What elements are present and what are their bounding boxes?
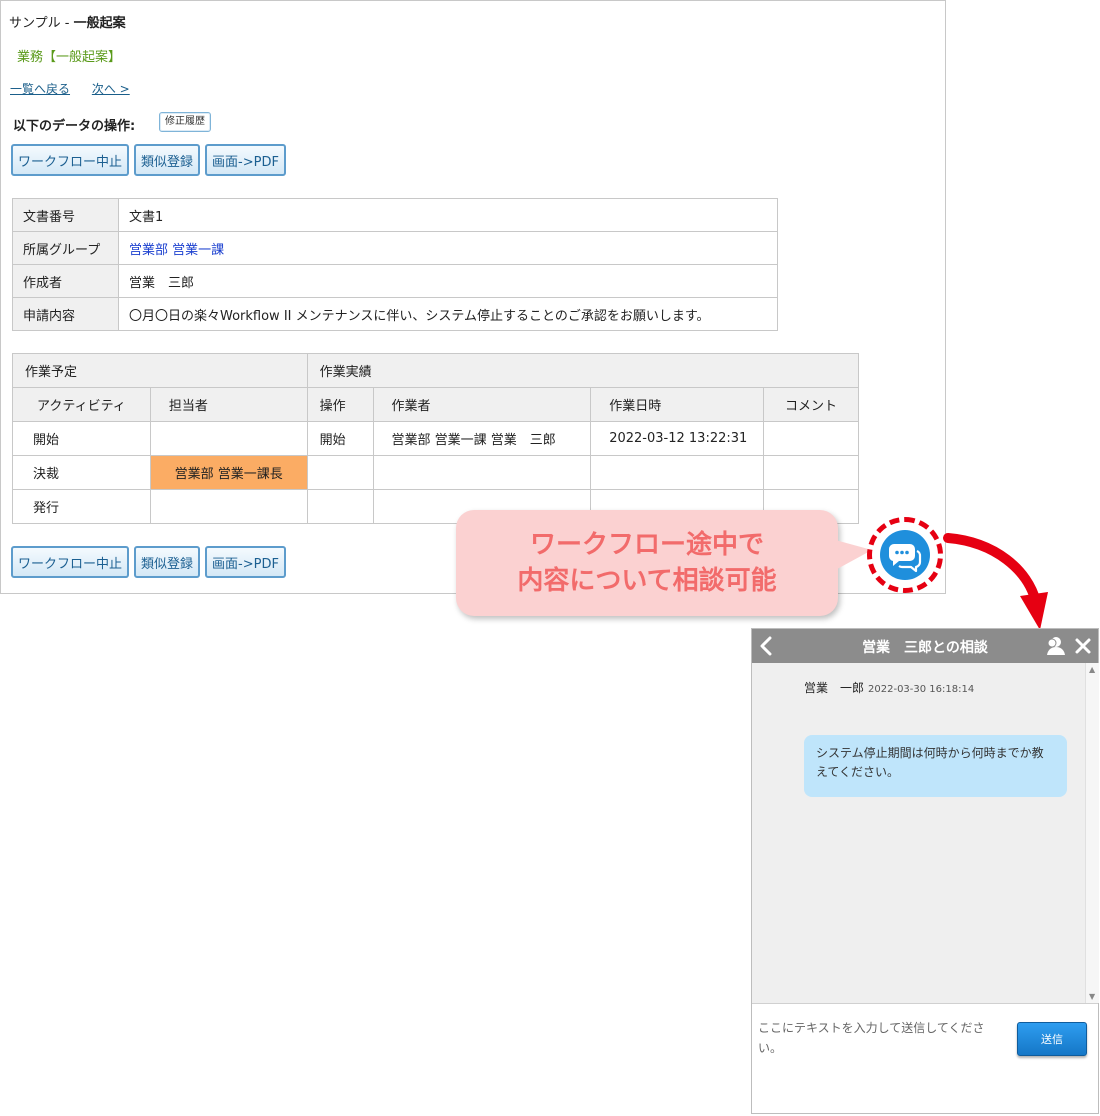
message-meta: 営業 一郎 2022-03-30 16:18:14 bbox=[804, 679, 974, 696]
message-time: 2022-03-30 16:18:14 bbox=[868, 684, 975, 695]
actual-group-header: 作業実績 bbox=[306, 353, 860, 388]
task-table: 作業予定 作業実績 アクティビティ 担当者 操作 作業者 作業日時 コメント 開… bbox=[12, 353, 860, 524]
column-header: 担当者 bbox=[149, 387, 308, 422]
title-prefix: サンプル - bbox=[9, 16, 74, 31]
activity-cell: 決裁 bbox=[12, 455, 151, 490]
datetime-cell: 2022-03-12 13:22:31 bbox=[590, 421, 765, 456]
stop-workflow-button[interactable]: ワークフロー中止 bbox=[11, 144, 130, 176]
chat-scrollbar[interactable]: ▲ ▼ bbox=[1085, 663, 1099, 1003]
comment-cell bbox=[763, 421, 859, 456]
assignee-cell bbox=[149, 421, 308, 456]
chat-message-input[interactable] bbox=[758, 1018, 1008, 1078]
current-assignee-cell: 営業部 営業一課長 bbox=[149, 455, 308, 490]
comment-cell bbox=[763, 455, 859, 490]
activity-cell: 開始 bbox=[12, 421, 151, 456]
group-label: 所属グループ bbox=[12, 231, 119, 265]
scroll-down-icon[interactable]: ▼ bbox=[1089, 992, 1095, 1001]
edit-history-button[interactable]: 修正履歴 bbox=[159, 112, 211, 132]
column-header: アクティビティ bbox=[12, 387, 151, 422]
request-content-value: 〇月〇日の楽々Workflow II メンテナンスに伴い、システム停止することの… bbox=[118, 297, 778, 331]
message-sender: 営業 一郎 bbox=[804, 681, 865, 695]
table-row: 申請内容 〇月〇日の楽々Workflow II メンテナンスに伴い、システム停止… bbox=[12, 297, 778, 331]
next-link[interactable]: 次へ > bbox=[92, 82, 130, 96]
column-header: 作業者 bbox=[372, 387, 592, 422]
author-label: 作成者 bbox=[12, 264, 119, 298]
operation-cell bbox=[306, 489, 374, 524]
scroll-up-icon[interactable]: ▲ bbox=[1089, 665, 1095, 674]
callout-line-2: 内容について相談可能 bbox=[517, 566, 777, 596]
nav-links: 一覧へ戻る 次へ > bbox=[10, 80, 148, 97]
table-row: 作業予定 作業実績 bbox=[12, 353, 860, 388]
similar-register-button[interactable]: 類似登録 bbox=[134, 546, 201, 578]
worker-cell bbox=[372, 455, 592, 490]
export-pdf-button[interactable]: 画面->PDF bbox=[205, 144, 286, 176]
chat-messages: 営業 一郎 2022-03-30 16:18:14 システム停止期間は何時から何時… bbox=[752, 663, 1085, 1003]
callout-text: ワークフロー途中で 内容について相談可能 bbox=[456, 527, 838, 599]
chat-input-area: 送信 bbox=[752, 1003, 1098, 1113]
back-to-list-link[interactable]: 一覧へ戻る bbox=[10, 82, 70, 96]
action-buttons-bottom: ワークフロー中止 類似登録 画面->PDF bbox=[11, 546, 286, 578]
callout-line-1: ワークフロー途中で bbox=[529, 530, 764, 560]
participants-icon[interactable] bbox=[1044, 634, 1066, 658]
action-buttons-top: ワークフロー中止 類似登録 画面->PDF bbox=[11, 144, 286, 176]
chat-header: 営業 三郎との相談 bbox=[752, 629, 1098, 663]
request-content-label: 申請内容 bbox=[12, 297, 119, 331]
table-row: 決裁 営業部 営業一課長 bbox=[12, 455, 859, 490]
page-subtitle: 業務【一般起案】 bbox=[17, 50, 122, 65]
red-arrow-icon bbox=[943, 533, 1048, 630]
table-row: 作成者 営業 三郎 bbox=[12, 264, 778, 298]
author-value: 営業 三郎 bbox=[118, 264, 778, 298]
operation-cell bbox=[306, 455, 374, 490]
activity-cell: 発行 bbox=[12, 489, 151, 524]
close-icon[interactable] bbox=[1072, 634, 1094, 658]
title-main: 一般起案 bbox=[73, 16, 126, 31]
operations-label: 以下のデータの操作: bbox=[13, 119, 136, 134]
chat-window: 営業 三郎との相談 営業 一郎 2022-03-30 16:18:14 システム停… bbox=[751, 628, 1099, 1114]
doc-number-label: 文書番号 bbox=[12, 198, 119, 232]
document-info-table: 文書番号 文書1 所属グループ 営業部 営業一課 作成者 営業 三郎 申請内容 … bbox=[12, 198, 778, 331]
doc-number-value: 文書1 bbox=[118, 198, 778, 232]
column-header: 作業日時 bbox=[590, 387, 765, 422]
message-bubble: システム停止期間は何時から何時までか教えてください。 bbox=[804, 735, 1067, 797]
chat-bubbles-icon bbox=[888, 544, 922, 573]
datetime-cell bbox=[590, 455, 765, 490]
assignee-cell bbox=[149, 489, 308, 524]
column-header: コメント bbox=[763, 387, 859, 422]
chat-bubble-icon[interactable] bbox=[880, 530, 930, 580]
table-row: 開始 開始 営業部 営業一課 営業 三郎 2022-03-12 13:22:31 bbox=[12, 421, 859, 456]
table-row: 所属グループ 営業部 営業一課 bbox=[12, 231, 778, 265]
stop-workflow-button[interactable]: ワークフロー中止 bbox=[11, 546, 130, 578]
column-header: 操作 bbox=[306, 387, 374, 422]
table-row: アクティビティ 担当者 操作 作業者 作業日時 コメント bbox=[12, 387, 859, 422]
operation-cell: 開始 bbox=[306, 421, 374, 456]
similar-register-button[interactable]: 類似登録 bbox=[134, 144, 201, 176]
workflow-panel: サンプル - 一般起案 業務【一般起案】 一覧へ戻る 次へ > 以下のデータの操… bbox=[0, 0, 946, 594]
planned-group-header: 作業予定 bbox=[12, 353, 308, 388]
export-pdf-button[interactable]: 画面->PDF bbox=[205, 546, 286, 578]
send-button[interactable]: 送信 bbox=[1017, 1022, 1087, 1056]
worker-cell: 営業部 営業一課 営業 三郎 bbox=[372, 421, 592, 456]
table-row: 文書番号 文書1 bbox=[12, 198, 778, 232]
page-title: サンプル - 一般起案 bbox=[9, 12, 126, 31]
group-link[interactable]: 営業部 営業一課 bbox=[118, 231, 778, 265]
